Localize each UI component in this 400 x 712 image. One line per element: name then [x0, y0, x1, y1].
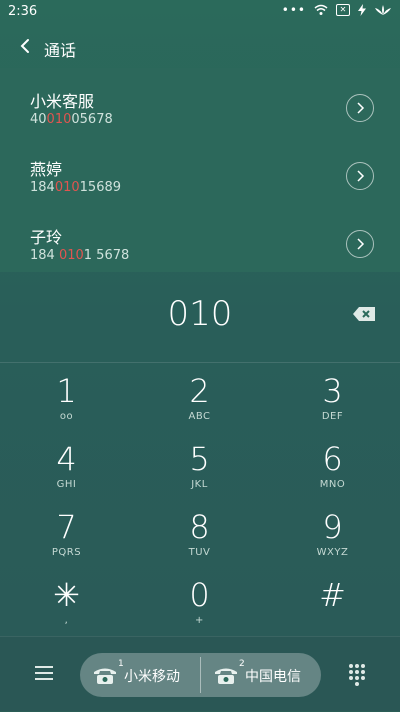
key-star[interactable]: ✳, [0, 566, 133, 634]
contact-number: 4001005678 [30, 112, 113, 127]
backspace-icon[interactable] [352, 306, 376, 322]
sim-off-icon: ✕ [336, 4, 350, 16]
phone-icon [215, 668, 237, 684]
sim1-label: 小米移动 [124, 669, 180, 685]
sim-call-buttons: 1 小米移动 2 中国电信 [80, 653, 321, 697]
call-sim2-button[interactable]: 2 中国电信 [201, 653, 321, 697]
call-sim1-button[interactable]: 1 小米移动 [80, 653, 200, 697]
key-8[interactable]: 8 TUV [133, 498, 266, 566]
dial-keypad: 1 oo 2 ABC 3 DEF 4 GHI 5 JKL 6 MNO 7 PQRS 8 TUV … [0, 362, 400, 634]
sim-number: 2 [239, 659, 245, 669]
status-time: 2:36 [8, 4, 38, 19]
contact-number: 18401015689 [30, 180, 122, 195]
key-6[interactable]: 6 MNO [266, 430, 399, 498]
key-9[interactable]: 9 WXYZ [266, 498, 399, 566]
key-4[interactable]: 4 GHI [0, 430, 133, 498]
sim2-label: 中国电信 [245, 669, 301, 685]
chevron-left-icon[interactable] [16, 36, 36, 56]
page-title: 通话 [44, 41, 77, 60]
chevron-right-icon [357, 102, 365, 114]
contact-results: 小米客服 4001005678 燕婷 18401015689 子玲 184 01… [0, 68, 400, 272]
key-2[interactable]: 2 ABC [133, 362, 266, 430]
contact-number: 184 0101 5678 [30, 248, 130, 263]
keypad-toggle-icon[interactable] [348, 663, 366, 687]
contact-row[interactable]: 燕婷 18401015689 [0, 136, 400, 204]
wifi-icon [314, 4, 328, 15]
contact-name: 小米客服 [30, 92, 95, 111]
key-0[interactable]: 0 + [133, 566, 266, 634]
dialed-number: 010 [167, 294, 233, 334]
status-bar: 2:36 ••• ✕ [0, 0, 400, 24]
contact-row[interactable]: 子玲 184 0101 5678 [0, 204, 400, 272]
contact-detail-button[interactable] [346, 94, 374, 122]
contact-name: 子玲 [30, 228, 63, 247]
lotus-icon [375, 5, 391, 15]
contact-detail-button[interactable] [346, 162, 374, 190]
number-match-highlight: 010 [46, 112, 72, 127]
key-5[interactable]: 5 JKL [133, 430, 266, 498]
header: 通话 [0, 28, 400, 68]
charging-icon [358, 4, 366, 16]
bottom-bar: 1 小米移动 2 中国电信 [0, 636, 400, 712]
key-hash[interactable]: # [266, 566, 399, 634]
number-match-highlight: 010 [58, 248, 84, 263]
dial-display: 010 [0, 272, 400, 363]
notification-dots: ••• [281, 3, 306, 17]
contact-name: 燕婷 [30, 160, 63, 179]
phone-icon [94, 668, 116, 684]
chevron-right-icon [357, 238, 365, 250]
key-3[interactable]: 3 DEF [266, 362, 399, 430]
chevron-right-icon [357, 170, 365, 182]
menu-icon[interactable] [34, 665, 54, 681]
key-7[interactable]: 7 PQRS [0, 498, 133, 566]
voicemail-icon: oo [59, 411, 74, 422]
sim-number: 1 [118, 659, 124, 669]
status-icons: ••• ✕ [282, 3, 392, 17]
contact-detail-button[interactable] [346, 230, 374, 258]
number-match-highlight: 010 [54, 180, 80, 195]
key-1[interactable]: 1 oo [0, 362, 133, 430]
contact-row[interactable]: 小米客服 4001005678 [0, 68, 400, 136]
